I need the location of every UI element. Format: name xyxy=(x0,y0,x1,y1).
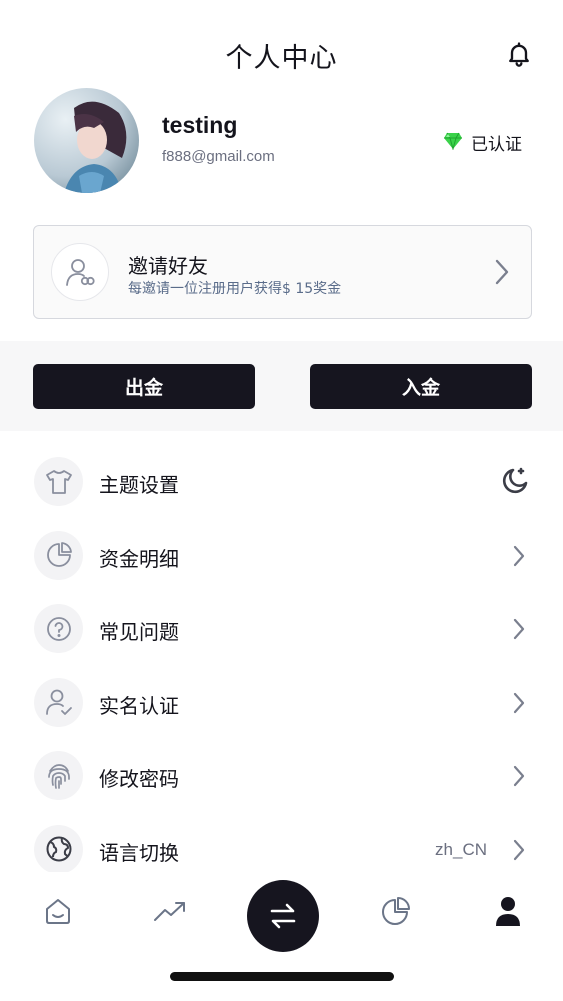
question-icon xyxy=(34,604,83,654)
shirt-icon xyxy=(34,457,83,506)
avatar[interactable] xyxy=(34,88,139,193)
settings-menu: 主题设置 资金明细 常见问题 实名认证 修改密码 语言切换 zh_CN xyxy=(0,445,563,887)
tab-home-icon[interactable] xyxy=(41,894,75,928)
menu-item-theme[interactable]: 主题设置 xyxy=(0,445,563,519)
verified-badge: 已认证 xyxy=(443,130,522,155)
chevron-right-icon xyxy=(511,691,527,719)
page-title: 个人中心 xyxy=(225,43,338,74)
menu-item-change-password[interactable]: 修改密码 xyxy=(0,739,563,813)
email: f888@gmail.com xyxy=(162,148,275,165)
tab-profile-icon[interactable] xyxy=(491,894,525,928)
invite-friends-card[interactable]: 邀请好友 每邀请一位注册用户获得$ 15奖金 xyxy=(33,225,532,319)
language-value: zh_CN xyxy=(435,839,487,859)
home-indicator xyxy=(170,972,394,981)
invite-user-icon xyxy=(51,243,109,301)
globe-icon xyxy=(34,824,83,874)
profile-section: testing f888@gmail.com 已认证 xyxy=(0,88,563,198)
deposit-button[interactable]: 入金 xyxy=(310,364,532,409)
menu-item-faq[interactable]: 常见问题 xyxy=(0,592,563,666)
chevron-right-icon xyxy=(511,764,527,792)
menu-label: 常见问题 xyxy=(99,620,179,645)
withdraw-button[interactable]: 出金 xyxy=(33,364,255,409)
user-check-icon xyxy=(34,677,83,727)
chevron-right-icon xyxy=(511,544,527,572)
pie-chart-icon xyxy=(34,530,83,580)
menu-label: 修改密码 xyxy=(99,767,179,792)
menu-label: 资金明细 xyxy=(99,546,179,571)
invite-subtitle: 每邀请一位注册用户获得$ 15奖金 xyxy=(128,281,342,297)
fund-actions: 出金 入金 xyxy=(0,341,563,431)
invite-title: 邀请好友 xyxy=(128,254,208,278)
tab-swap-button[interactable] xyxy=(247,880,319,952)
diamond-icon xyxy=(443,132,463,154)
menu-label: 主题设置 xyxy=(99,473,179,497)
chevron-right-icon xyxy=(511,617,527,645)
bottom-tab-bar xyxy=(0,872,563,960)
tab-portfolio-icon[interactable] xyxy=(379,894,413,928)
tab-trending-icon[interactable] xyxy=(153,894,187,928)
verified-label: 已认证 xyxy=(471,135,522,155)
swap-icon xyxy=(270,903,296,929)
menu-item-fund-details[interactable]: 资金明细 xyxy=(0,519,563,593)
fingerprint-icon xyxy=(34,751,83,801)
moon-icon[interactable] xyxy=(499,465,531,501)
username: testing xyxy=(162,112,238,138)
menu-item-identity-verification[interactable]: 实名认证 xyxy=(0,666,563,740)
bell-icon[interactable] xyxy=(505,40,533,68)
chevron-right-icon xyxy=(511,838,527,866)
menu-label: 实名认证 xyxy=(99,693,179,718)
header: 个人中心 xyxy=(0,0,563,100)
menu-label: 语言切换 xyxy=(99,840,179,865)
chevron-right-icon xyxy=(493,258,511,290)
